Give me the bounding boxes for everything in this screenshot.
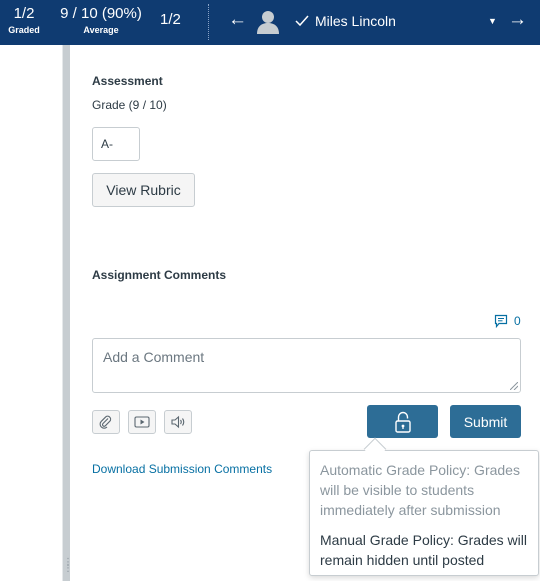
header-divider — [208, 4, 209, 40]
manual-grade-policy-text: Manual Grade Policy: Grades will remain … — [320, 532, 527, 568]
comment-textarea[interactable]: Add a Comment — [92, 338, 521, 393]
drag-handle-icon[interactable]: ⋮ ⋮ — [63, 558, 73, 574]
grade-input[interactable] — [92, 127, 140, 161]
graded-stat: 1/2 Graded — [6, 5, 42, 37]
grade-label: Grade (9 / 10) — [92, 98, 167, 112]
speech-recognition-button[interactable] — [164, 410, 192, 434]
comment-count[interactable]: 0 — [494, 314, 521, 328]
speedgrader-header: 1/2 Graded 9 / 10 (90%) Average 1/2 ← Mi… — [0, 0, 540, 45]
grade-policy-tooltip: Automatic Grade Policy: Grades will be v… — [309, 450, 539, 576]
graded-value: 1/2 — [13, 5, 35, 22]
average-label: Average — [83, 25, 119, 35]
download-submission-comments-link[interactable]: Download Submission Comments — [92, 462, 272, 476]
assignment-comments-heading: Assignment Comments — [92, 268, 227, 282]
arrow-left-icon[interactable]: ← — [228, 9, 247, 31]
view-rubric-button[interactable]: View Rubric — [92, 173, 195, 207]
submit-comment-button[interactable]: Submit — [450, 405, 521, 438]
average-value: 9 / 10 (90%) — [60, 5, 142, 22]
comment-icon — [494, 314, 508, 328]
media-comment-button[interactable] — [128, 410, 156, 434]
panel-resize-rail[interactable] — [62, 45, 70, 581]
attach-file-button[interactable] — [92, 410, 120, 434]
automatic-grade-policy-text: Automatic Grade Policy: Grades will be v… — [320, 462, 520, 518]
average-stat: 9 / 10 (90%) Average — [58, 5, 144, 37]
assessment-heading: Assessment — [92, 74, 163, 88]
comment-count-value: 0 — [514, 314, 521, 328]
student-name[interactable]: Miles Lincoln — [315, 13, 396, 29]
arrow-right-icon[interactable]: → — [508, 9, 527, 31]
grade-policy-lock-button[interactable] — [367, 405, 438, 438]
paperclip-icon — [99, 415, 112, 429]
student-position: 1/2 — [160, 11, 181, 28]
check-icon — [295, 15, 309, 27]
audio-icon — [171, 415, 185, 429]
comment-placeholder: Add a Comment — [103, 349, 205, 365]
graded-label: Graded — [8, 25, 40, 35]
unlock-icon — [394, 411, 411, 433]
video-icon — [134, 416, 150, 428]
avatar[interactable] — [255, 8, 281, 34]
resize-grip-icon[interactable] — [510, 382, 518, 390]
caret-down-icon[interactable]: ▼ — [488, 16, 497, 26]
